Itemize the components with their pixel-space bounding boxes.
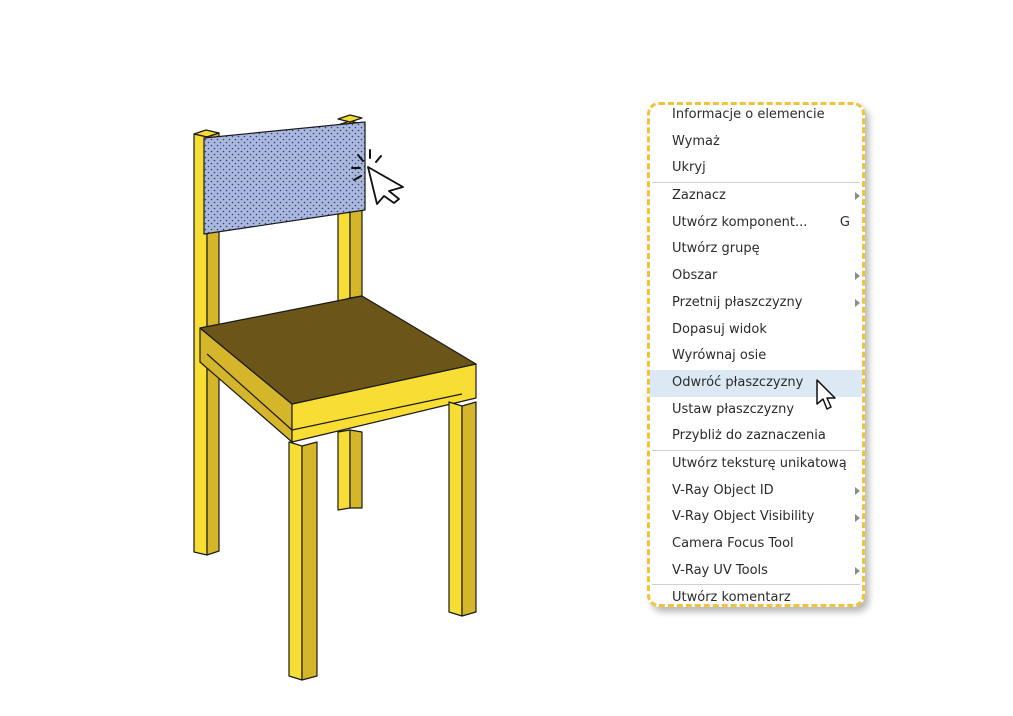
menu-item-label: Wymaż [672,133,720,149]
chair-front-leg-right[interactable] [448,401,463,617]
chair-back-leg-right-lower-side [349,429,363,509]
chair-front-leg-left[interactable] [288,441,303,681]
menu-item-label: Odwróć płaszczyzny [672,374,804,390]
chair-front-leg-right-side [461,401,477,617]
menu-item[interactable]: Utwórz grupę [650,236,862,263]
context-menu[interactable]: Informacje o elemencie Wymaż Ukryj Zaznacz U… [647,102,865,607]
submenu-arrow-icon [855,486,860,495]
menu-item-label: Utwórz grupę [672,241,760,257]
menu-item[interactable]: Ukryj [650,155,862,182]
menu-item[interactable]: Utwórz komentarz [650,585,862,606]
chair-post-cap-right [337,114,363,123]
menu-item-label: Utwórz komentarz [672,590,791,606]
menu-item-label: Camera Focus Tool [672,536,794,551]
menu-item-label: V-Ray Object ID [672,482,774,498]
submenu-arrow-icon [855,513,860,522]
menu-item[interactable]: Dopasuj widok [650,317,862,344]
menu-item-shortcut: G [839,214,850,230]
menu-item[interactable]: Informacje o elemencie [650,105,862,129]
menu-item-label: Utwórz komponent... [672,214,808,230]
menu-item-label: Dopasuj widok [672,321,767,337]
context-menu-list: Informacje o elemencie Wymaż Ukryj Zaznacz U… [650,105,862,606]
menu-item[interactable]: V-Ray Object ID [650,478,862,505]
click-cursor-arrow [367,166,404,205]
chair-back-leg-right-lower[interactable] [337,429,351,511]
menu-item[interactable]: Obszar [650,263,862,290]
menu-item[interactable]: V-Ray Object Visibility [650,504,862,531]
menu-item-label: V-Ray Object Visibility [672,509,815,525]
menu-item-label: Wyrównaj osie [672,348,767,364]
menu-item[interactable]: Przybliż do zaznaczenia [650,423,862,450]
menu-item-label: Utwórz teksturę unikatową [672,455,847,471]
menu-item-label: Informacje o elemencie [672,107,825,122]
menu-item[interactable]: Utwórz komponent... G [650,210,862,237]
menu-item[interactable]: Utwórz teksturę unikatową [650,451,862,478]
menu-item-label: Przybliż do zaznaczenia [672,428,826,444]
click-ray [375,155,382,163]
menu-item-label: Ukryj [672,160,706,176]
chair-front-leg-left-side [301,441,318,681]
3d-viewport[interactable]: Informacje o elemencie Wymaż Ukryj Zaznacz U… [0,0,1013,716]
menu-item[interactable]: Camera Focus Tool [650,531,862,558]
menu-item-label: Przetnij płaszczyzny [672,294,803,310]
menu-item[interactable]: Wyrównaj osie [650,343,862,370]
submenu-arrow-icon [855,567,860,576]
menu-item-label: V-Ray UV Tools [672,562,768,578]
submenu-arrow-icon [855,192,860,201]
menu-item[interactable]: Wymaż [650,129,862,156]
menu-item-label: Zaznacz [672,188,726,204]
menu-item[interactable]: Zaznacz [650,183,862,210]
menu-item[interactable]: V-Ray UV Tools [650,558,862,585]
submenu-arrow-icon [855,272,860,281]
submenu-arrow-icon [855,299,860,308]
menu-item[interactable]: Przetnij płaszczyzny [650,290,862,317]
menu-cursor-arrow [816,379,836,410]
menu-item-label: Obszar [672,268,718,284]
arrow-cursor-icon [816,379,836,410]
menu-item-label: Ustaw płaszczyzny [672,401,795,417]
